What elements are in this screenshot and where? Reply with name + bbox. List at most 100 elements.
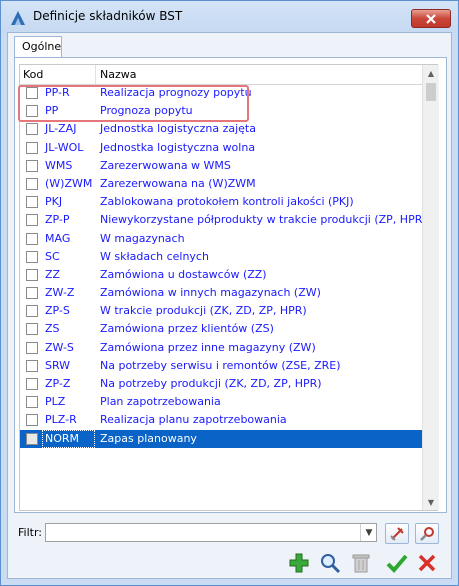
row-kod: ZW-S: [45, 340, 74, 354]
row-kod: ZZ: [45, 267, 61, 281]
row-checkbox[interactable]: [26, 305, 38, 318]
row-checkbox[interactable]: [26, 159, 38, 172]
column-header-nazwa[interactable]: Nazwa: [100, 68, 136, 81]
row-checkbox[interactable]: [26, 414, 38, 427]
close-button[interactable]: [411, 9, 451, 28]
table-row[interactable]: (W)ZWM Zarezerwowana na (W)ZWM: [20, 175, 422, 193]
window-title: Definicje składników BST: [33, 9, 183, 23]
row-nazwa: Plan zapotrzebowania: [100, 395, 221, 409]
row-checkbox[interactable]: [26, 141, 38, 154]
row-kod: PLZ: [45, 395, 66, 409]
table-row[interactable]: ZS Zamówiona przez klientów (ZS): [20, 320, 422, 338]
table-row[interactable]: ZZ Zamówiona u dostawców (ZZ): [20, 266, 422, 284]
table-row[interactable]: PKJ Zablokowana protokołem kontroli jakoś…: [20, 193, 422, 211]
table-row[interactable]: JL-WOL Jednostka logistyczna wolna: [20, 139, 422, 157]
column-header-kod[interactable]: Kod: [23, 68, 43, 81]
row-checkbox[interactable]: [26, 359, 38, 372]
row-kod: ZP-Z: [45, 377, 71, 390]
confirm-button[interactable]: [385, 550, 409, 575]
vertical-scrollbar[interactable]: ▲ ▼: [422, 65, 439, 510]
row-nazwa: Zamówiona przez inne magazyny (ZW): [100, 340, 316, 354]
chevron-down-icon[interactable]: ▼: [360, 524, 377, 541]
row-checkbox[interactable]: [26, 196, 38, 209]
highlight-box: [18, 85, 249, 122]
row-nazwa: Jednostka logistyczna wolna: [100, 140, 256, 154]
row-nazwa: Zamówiona u dostawców (ZZ): [100, 267, 267, 281]
table-header: Kod Nazwa: [20, 65, 422, 85]
row-kod: ZP-P: [45, 213, 70, 227]
tab-ogolne[interactable]: Ogólne: [14, 36, 62, 58]
table-row[interactable]: ZP-P Niewykorzystane półprodukty w trakci…: [20, 211, 427, 229]
table-row[interactable]: NORM Zapas planowany: [20, 429, 422, 448]
row-checkbox[interactable]: [26, 341, 38, 354]
add-icon: [289, 553, 309, 572]
clear-filter-button[interactable]: [385, 523, 409, 544]
preview-button[interactable]: [318, 550, 342, 575]
title-bar[interactable]: Definicje składników BST: [1, 1, 458, 33]
filter-label: Filtr:: [18, 526, 42, 539]
filter-input[interactable]: [45, 523, 377, 542]
row-nazwa: Realizacja planu zapotrzebowania: [100, 413, 287, 427]
app-logo-icon: [11, 11, 25, 25]
table-row[interactable]: WMS Zarezerwowana w WMS: [20, 157, 422, 175]
table-row[interactable]: PLZ-R Realizacja planu zapotrzebowania: [20, 411, 422, 429]
row-checkbox[interactable]: [26, 123, 38, 136]
row-checkbox[interactable]: [26, 323, 38, 336]
cancel-button[interactable]: [415, 550, 439, 575]
column-divider[interactable]: [95, 65, 96, 84]
row-nazwa: W składach celnych: [100, 249, 209, 263]
row-nazwa: Niewykorzystane półprodukty w trakcie pr…: [100, 213, 427, 227]
scrollbar-thumb[interactable]: [426, 83, 436, 101]
scroll-up-icon[interactable]: ▲: [423, 65, 439, 81]
preview-magnifier-icon: [321, 553, 341, 573]
row-kod: NORM: [45, 431, 80, 445]
row-nazwa: Zamówiona przez klientów (ZS): [100, 322, 274, 336]
build-filter-button[interactable]: [415, 523, 439, 544]
row-checkbox[interactable]: [26, 396, 38, 409]
row-kod: ZW-Z: [45, 286, 75, 300]
row-nazwa: Na potrzeby serwisu i remontów (ZSE, ZRE…: [100, 358, 341, 372]
build-filter-icon: [420, 526, 434, 541]
row-checkbox[interactable]: [26, 177, 38, 190]
row-checkbox[interactable]: [26, 250, 38, 263]
row-checkbox[interactable]: [26, 432, 38, 445]
row-nazwa: Zamówiona w innych magazynach (ZW): [100, 286, 321, 300]
row-checkbox[interactable]: [26, 378, 38, 390]
table-row[interactable]: ZW-Z Zamówiona w innych magazynach (ZW): [20, 284, 422, 302]
table-body: PP-R Realizacja prognozy popytu PP Prognoza…: [20, 84, 427, 448]
row-kod: (W)ZWM: [45, 176, 93, 190]
row-nazwa: W magazynach: [100, 231, 185, 245]
table-row[interactable]: ZW-S Zamówiona przez inne magazyny (ZW): [20, 339, 422, 357]
table-row[interactable]: ZP-Z Na potrzeby produkcji (ZK, ZD, ZP, H…: [20, 375, 422, 393]
table-row[interactable]: SRW Na potrzeby serwisu i remontów (ZSE, …: [20, 357, 422, 375]
row-kod: PLZ-R: [45, 413, 77, 427]
row-nazwa: W trakcie produkcji (ZK, ZD, ZP, HPR): [100, 304, 307, 318]
row-checkbox[interactable]: [26, 268, 38, 281]
row-checkbox[interactable]: [26, 287, 38, 300]
add-button[interactable]: [287, 550, 311, 575]
row-nazwa: Zapas planowany: [100, 431, 197, 445]
components-table: Kod Nazwa PP-R Realizacja prognozy popytu…: [19, 64, 439, 511]
table-row[interactable]: SC W składach celnych: [20, 248, 422, 266]
table-row[interactable]: MAG W magazynach: [20, 230, 422, 248]
row-kod: ZS: [45, 322, 60, 336]
row-kod: SC: [45, 249, 60, 263]
delete-button[interactable]: [349, 550, 373, 575]
row-nazwa: Zablokowana protokołem kontroli jakości …: [100, 195, 354, 209]
scroll-down-icon[interactable]: ▼: [423, 494, 439, 510]
table-row[interactable]: ZP-S W trakcie produkcji (ZK, ZD, ZP, HPR…: [20, 302, 422, 320]
table-row[interactable]: PLZ Plan zapotrzebowania: [20, 393, 422, 411]
delete-trash-icon: [352, 554, 370, 572]
row-checkbox[interactable]: [26, 214, 38, 227]
row-kod: PKJ: [45, 195, 63, 209]
row-kod: SRW: [45, 358, 71, 372]
row-checkbox[interactable]: [26, 232, 38, 245]
row-nazwa: Na potrzeby produkcji (ZK, ZD, ZP, HPR): [100, 377, 322, 390]
table-row[interactable]: JL-ZAJ Jednostka logistyczna zajęta: [20, 120, 422, 138]
row-nazwa: Jednostka logistyczna zajęta: [100, 122, 256, 136]
row-kod: JL-ZAJ: [45, 122, 77, 136]
row-nazwa: Zarezerwowana w WMS: [100, 158, 231, 172]
row-kod: WMS: [45, 158, 73, 172]
confirm-check-icon: [386, 554, 408, 573]
clear-filter-icon: [390, 526, 404, 541]
